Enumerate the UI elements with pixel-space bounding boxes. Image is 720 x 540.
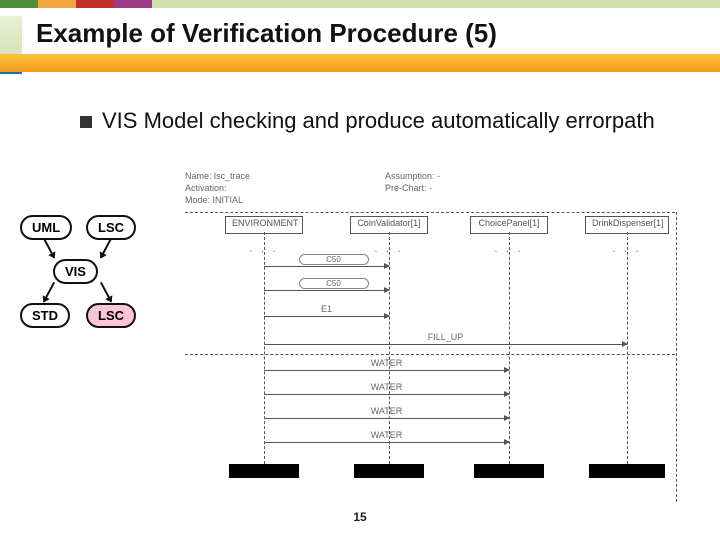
bullet-text: VIS Model checking and produce automatic… bbox=[102, 108, 655, 133]
node-uml: UML bbox=[20, 215, 72, 240]
message-arrow bbox=[264, 266, 389, 267]
message-label: E1 bbox=[299, 304, 355, 314]
dots-icon: . . . bbox=[612, 244, 642, 255]
node-std: STD bbox=[20, 303, 70, 328]
chart-meta-left: Name: lsc_traceActivation:Mode: INITIAL bbox=[185, 170, 250, 206]
page-number: 15 bbox=[0, 510, 720, 524]
title-bar: Example of Verification Procedure (5) bbox=[0, 8, 720, 70]
node-vis: VIS bbox=[53, 259, 98, 284]
instance-end bbox=[354, 464, 424, 478]
chart-meta-right: Assumption: -Pre-Chart: - bbox=[385, 170, 440, 194]
lifeline bbox=[509, 232, 511, 464]
message-arrow bbox=[264, 370, 509, 371]
message-arrow bbox=[264, 418, 509, 419]
slide-title: Example of Verification Procedure (5) bbox=[36, 18, 497, 49]
arrow-lsc-vis bbox=[100, 238, 112, 258]
flow-diagram: UML LSC VIS STD LSC bbox=[20, 215, 190, 345]
node-lsc-bottom: LSC bbox=[86, 303, 136, 328]
message-label: C50 bbox=[299, 254, 369, 265]
message-label: WATER bbox=[359, 358, 415, 368]
message-arrow bbox=[264, 316, 389, 317]
bullet-icon bbox=[80, 116, 92, 128]
arrow-uml-vis bbox=[43, 238, 55, 258]
arrow-vis-std bbox=[43, 282, 55, 302]
message-label: WATER bbox=[359, 382, 415, 392]
dots-icon: . . . bbox=[494, 244, 524, 255]
dots-icon: . . . bbox=[374, 244, 404, 255]
message-label: WATER bbox=[359, 430, 415, 440]
message-label: C50 bbox=[299, 278, 369, 289]
message-arrow bbox=[264, 344, 627, 345]
dots-icon: . . . bbox=[249, 244, 279, 255]
lsc-chart: Name: lsc_traceActivation:Mode: INITIAL … bbox=[185, 170, 680, 510]
title-bg bbox=[0, 54, 720, 72]
message-arrow bbox=[264, 442, 509, 443]
message-label: WATER bbox=[359, 406, 415, 416]
lifeline bbox=[627, 232, 629, 464]
instance-end bbox=[589, 464, 665, 478]
node-lsc-top: LSC bbox=[86, 215, 136, 240]
message-arrow bbox=[264, 290, 389, 291]
divider bbox=[185, 354, 675, 355]
bullet: VIS Model checking and produce automatic… bbox=[80, 108, 660, 134]
instance-end bbox=[229, 464, 299, 478]
chart-top-border bbox=[185, 212, 675, 213]
chart-right-border bbox=[676, 212, 678, 502]
arrow-vis-lsc bbox=[100, 282, 112, 302]
message-arrow bbox=[264, 394, 509, 395]
instance-end bbox=[474, 464, 544, 478]
message-label: FILL_UP bbox=[418, 332, 474, 342]
top-stripe bbox=[0, 0, 720, 8]
